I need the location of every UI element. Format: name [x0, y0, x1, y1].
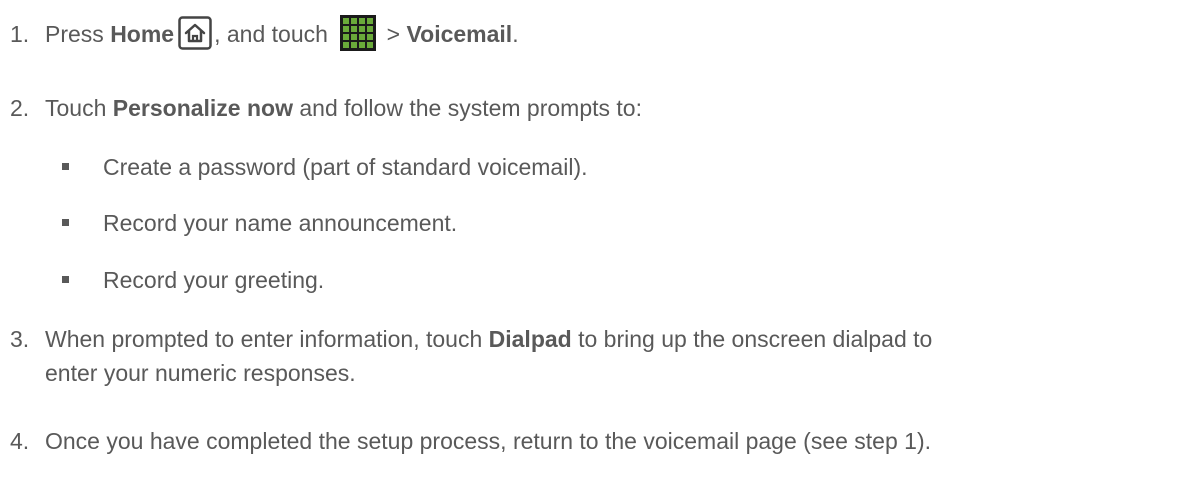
- home-label: Home: [110, 21, 175, 48]
- step-text: and follow the system prompts to:: [292, 95, 642, 121]
- step-3-continuation: enter your numeric responses.: [45, 360, 356, 386]
- step-text: Once you have completed the setup proces…: [45, 428, 931, 454]
- bullet-marker: [62, 219, 69, 227]
- voicemail-label: Voicemail: [406, 21, 513, 48]
- step-3: 3. When prompted to enter information, to…: [10, 325, 932, 353]
- step-text: .: [512, 21, 519, 48]
- step-2: 2. Touch Personalize now and follow the s…: [10, 94, 642, 122]
- step-text: Touch: [45, 95, 113, 121]
- step-number: 3.: [10, 326, 30, 352]
- bullet-item: Record your greeting.: [62, 266, 324, 294]
- step-text: When prompted to enter information, touc…: [45, 326, 489, 352]
- bullet-marker: [62, 276, 69, 284]
- step-text: , and touch: [214, 21, 335, 48]
- bullet-marker: [62, 163, 69, 171]
- step-number: 4.: [10, 428, 30, 454]
- step-number: 1.: [10, 21, 30, 48]
- dialpad-label: Dialpad: [488, 326, 572, 352]
- step-1: 1. Press Home , and touch > Voicemail.: [10, 15, 519, 54]
- apps-grid-icon: [340, 15, 377, 51]
- step-4: 4. Once you have completed the setup proc…: [10, 427, 931, 455]
- step-text: to bring up the onscreen dialpad to: [571, 326, 933, 352]
- step-text: >: [380, 21, 407, 48]
- step-text: Press: [45, 21, 111, 48]
- step-number: 2.: [10, 95, 30, 121]
- bullet-item: Create a password (part of standard voic…: [62, 153, 588, 181]
- bullet-text: Create a password (part of standard voic…: [103, 154, 588, 180]
- bullet-text: Record your greeting.: [103, 267, 325, 293]
- bullet-item: Record your name announcement.: [62, 209, 457, 237]
- home-key-icon: [178, 16, 212, 50]
- bullet-text: Record your name announcement.: [103, 210, 458, 236]
- personalize-now-label: Personalize now: [112, 95, 293, 121]
